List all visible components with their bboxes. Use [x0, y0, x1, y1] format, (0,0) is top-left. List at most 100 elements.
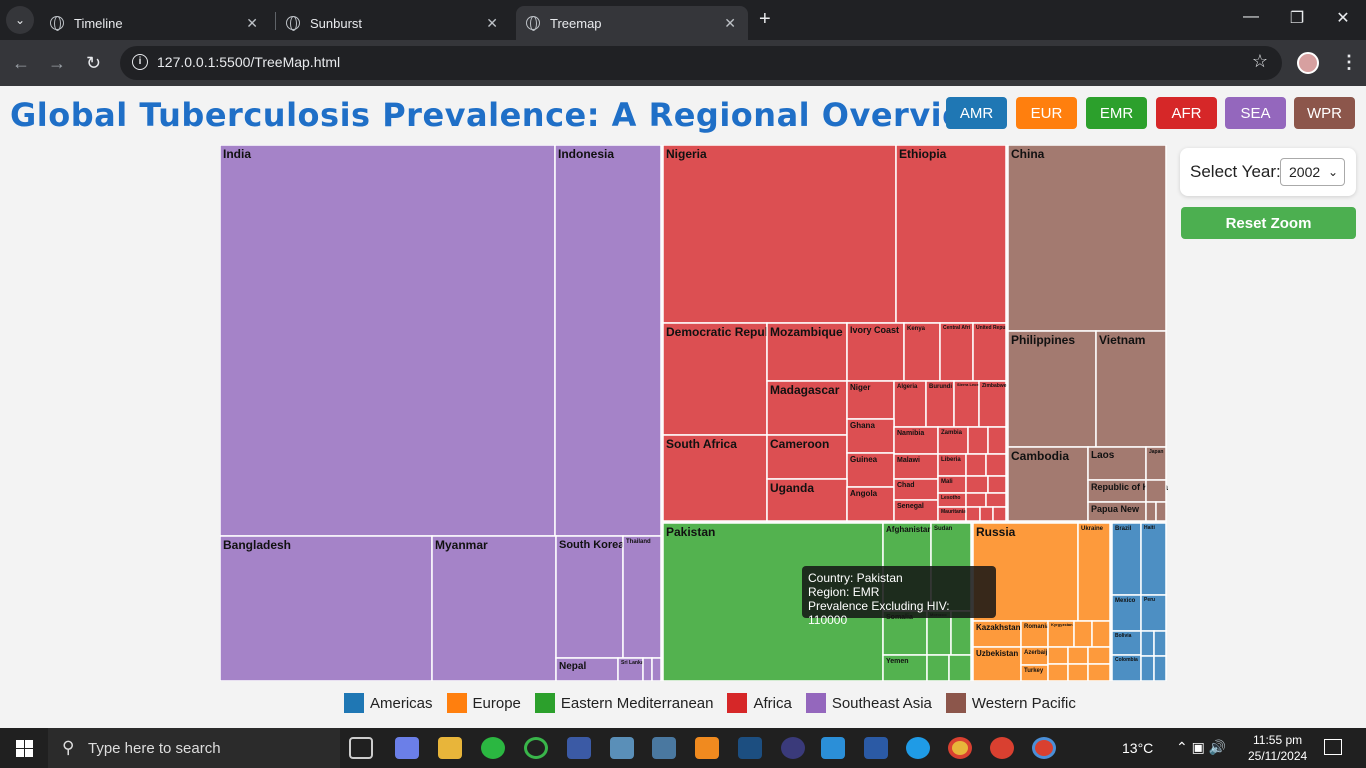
treemap-cell-small[interactable] — [1073, 620, 1093, 648]
treemap-cell-small[interactable] — [948, 654, 972, 682]
profile-avatar[interactable] — [1297, 52, 1319, 74]
treemap-cell-small[interactable] — [1047, 646, 1069, 665]
treemap-cell-label: Cambodia — [1011, 449, 1069, 463]
treemap-cell-indonesia[interactable] — [554, 144, 662, 537]
tab-timeline[interactable]: Timeline ✕ — [40, 6, 270, 40]
treemap-cell-small[interactable] — [965, 492, 987, 508]
treemap-cell-small[interactable] — [967, 426, 989, 455]
region-button-emr[interactable]: EMR — [1086, 97, 1147, 129]
treemap-cell-india[interactable] — [219, 144, 556, 537]
copilot-icon[interactable] — [395, 737, 419, 759]
treemap-cell-small[interactable] — [1140, 655, 1155, 682]
close-icon[interactable]: ✕ — [724, 15, 736, 32]
reset-zoom-button[interactable]: Reset Zoom — [1181, 207, 1356, 239]
region-button-sea[interactable]: SEA — [1225, 97, 1286, 129]
treemap-cell-nigeria[interactable] — [662, 144, 897, 324]
window-close-button[interactable]: ✕ — [1328, 8, 1358, 28]
treemap-cell-central-afri[interactable] — [939, 322, 974, 382]
tab-search-button[interactable]: ⌄ — [6, 6, 34, 34]
region-button-eur[interactable]: EUR — [1016, 97, 1077, 129]
treemap-cell-china[interactable] — [1007, 144, 1167, 332]
weather-widget[interactable]: 13°C — [1122, 740, 1153, 756]
address-bar[interactable]: i 127.0.0.1:5500/TreeMap.html ☆ — [120, 46, 1282, 80]
treemap-cell-small[interactable] — [1145, 501, 1157, 522]
close-icon[interactable]: ✕ — [486, 15, 498, 32]
chrome-profile-icon[interactable] — [990, 737, 1014, 759]
treemap-cell-brazil[interactable] — [1111, 522, 1142, 596]
back-button[interactable]: ← — [12, 53, 30, 74]
app-circle-icon[interactable] — [524, 737, 548, 759]
notification-icon[interactable] — [1324, 739, 1342, 755]
new-tab-button[interactable]: + — [759, 8, 771, 31]
treemap-cell-sierra-leone[interactable] — [953, 380, 980, 428]
treemap-cell-south-korea[interactable] — [555, 535, 624, 659]
region-button-amr[interactable]: AMR — [946, 97, 1007, 129]
treemap-cell-small[interactable] — [1067, 646, 1089, 665]
treemap-cell-vietnam[interactable] — [1095, 330, 1167, 448]
treemap-cell-small[interactable] — [965, 475, 989, 494]
treemap-cell-small[interactable] — [1047, 663, 1069, 682]
whatsapp-icon[interactable] — [481, 737, 505, 759]
treemap-cell-small[interactable] — [1140, 630, 1155, 657]
taskbar-clock[interactable]: 11:55 pm 25/11/2024 — [1248, 732, 1307, 764]
devhome-icon[interactable] — [567, 737, 591, 759]
windows-start-icon[interactable] — [16, 740, 33, 757]
forward-button[interactable]: → — [48, 53, 66, 74]
year-select[interactable]: 2002 ⌄ — [1280, 158, 1345, 186]
treemap-cell-small[interactable] — [1153, 655, 1167, 682]
system-tray-icons[interactable]: ⌃ ▣ 🔊 — [1176, 739, 1226, 756]
treemap-cell-small[interactable] — [992, 506, 1007, 522]
treemap-cell-thailand[interactable] — [622, 535, 662, 659]
eclipse-icon[interactable] — [781, 737, 805, 759]
treemap-cell-small[interactable] — [926, 654, 950, 682]
treemap-cell-small[interactable] — [979, 506, 994, 522]
reload-button[interactable]: ↻ — [86, 53, 101, 74]
database-app-icon[interactable] — [738, 737, 762, 759]
taskbar-search-box[interactable]: ⚲ Type here to search — [48, 728, 340, 768]
sublime-text-icon[interactable] — [695, 737, 719, 759]
edge-icon[interactable] — [906, 737, 930, 759]
snowflake-app-icon[interactable] — [610, 737, 634, 759]
treemap-cell-small[interactable] — [987, 426, 1007, 455]
treemap-cell-small[interactable] — [985, 492, 1007, 508]
bookmark-star-icon[interactable]: ☆ — [1252, 51, 1268, 72]
treemap-cell-haiti[interactable] — [1140, 522, 1167, 596]
word-icon[interactable] — [864, 737, 888, 759]
treemap-cell-small[interactable] — [985, 453, 1007, 477]
treemap-cell-ethiopia[interactable] — [895, 144, 1007, 324]
treemap-cell-small[interactable] — [642, 657, 653, 682]
region-button-afr[interactable]: AFR — [1156, 97, 1217, 129]
minimize-button[interactable]: — — [1236, 8, 1266, 26]
close-icon[interactable]: ✕ — [246, 15, 258, 32]
region-button-wpr[interactable]: WPR — [1294, 97, 1355, 129]
treemap-cell-bangladesh[interactable] — [219, 535, 433, 682]
file-explorer-icon[interactable] — [438, 737, 462, 759]
restore-button[interactable]: ❐ — [1282, 8, 1312, 28]
treemap-cell-small[interactable] — [1153, 630, 1167, 657]
treemap-cell-small[interactable] — [965, 453, 987, 477]
treemap-cell-myanmar[interactable] — [431, 535, 557, 682]
site-info-icon[interactable]: i — [132, 54, 148, 70]
tab-sunburst[interactable]: Sunburst ✕ — [278, 6, 510, 40]
treemap-cell-small[interactable] — [1145, 479, 1167, 503]
network-app-icon[interactable] — [652, 737, 676, 759]
task-view-icon[interactable] — [349, 737, 373, 759]
treemap-cell-small[interactable] — [1087, 646, 1111, 665]
treemap-cell-democratic-republic[interactable] — [662, 322, 768, 436]
treemap-cell-small[interactable] — [651, 657, 662, 682]
chrome-active-icon[interactable] — [1032, 737, 1056, 759]
vscode-icon[interactable] — [821, 737, 845, 759]
treemap-cell-label: Uganda — [770, 481, 814, 495]
treemap-cell-ukraine[interactable] — [1077, 522, 1111, 622]
treemap-cell-small[interactable] — [1087, 663, 1111, 682]
treemap-cell-small[interactable] — [1155, 501, 1167, 522]
treemap-cell-united-repu[interactable] — [972, 322, 1007, 382]
tab-treemap[interactable]: Treemap ✕ — [516, 6, 748, 40]
treemap-cell-small[interactable] — [965, 506, 981, 522]
menu-kebab-icon[interactable]: ⋮ — [1340, 52, 1358, 73]
chrome-icon[interactable] — [948, 737, 972, 759]
treemap-cell-small[interactable] — [1091, 620, 1111, 648]
treemap-cell-small[interactable] — [1067, 663, 1089, 682]
treemap-cell-philippines[interactable] — [1007, 330, 1097, 448]
treemap-cell-small[interactable] — [987, 475, 1007, 494]
